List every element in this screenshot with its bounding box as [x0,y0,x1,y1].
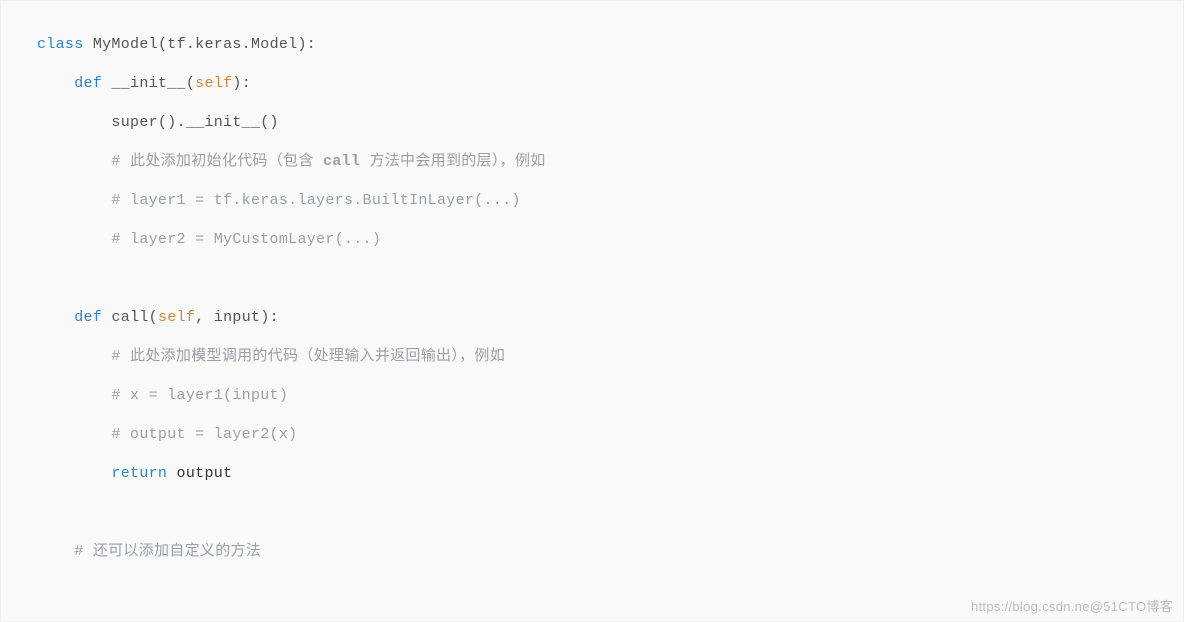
code-line-5: # layer1 = tf.keras.layers.BuiltInLayer(… [37,181,1171,220]
comma: , [195,309,214,326]
paren-close-colon: ): [298,36,317,53]
code-line-4: # 此处添加初始化代码（包含 call 方法中会用到的层），例如 [37,142,1171,181]
code-line-14: # 还可以添加自定义的方法 [37,532,1171,571]
paren-open: ( [186,75,195,92]
comment-custom-methods: # 还可以添加自定义的方法 [74,543,261,560]
self-param: self [158,309,195,326]
blank-line-1 [37,259,1171,298]
code-line-2: def __init__(self): [37,64,1171,103]
code-line-8: def call(self, input): [37,298,1171,337]
paren-close-colon: ): [260,309,279,326]
self-param: self [195,75,232,92]
code-line-3: super().__init__() [37,103,1171,142]
comment-init-desc: # 此处添加初始化代码（包含 call 方法中会用到的层），例如 [111,153,545,170]
return-value: output [177,465,233,482]
super-call: super().__init__() [111,114,278,131]
code-block: class MyModel(tf.keras.Model): def __ini… [1,1,1183,595]
comment-layer2: # layer2 = MyCustomLayer(...) [111,231,381,248]
input-param: input [214,309,261,326]
code-line-11: # output = layer2(x) [37,415,1171,454]
paren-open: ( [149,309,158,326]
watermark-text: https://blog.csdn.ne@51CTO博客 [971,596,1173,615]
comment-layer1: # layer1 = tf.keras.layers.BuiltInLayer(… [111,192,520,209]
paren-open: ( [158,36,167,53]
code-line-10: # x = layer1(input) [37,376,1171,415]
keyword-def: def [74,309,102,326]
code-line-9: # 此处添加模型调用的代码（处理输入并返回输出），例如 [37,337,1171,376]
function-name-init: __init__ [111,75,185,92]
space [167,465,176,482]
paren-close-colon: ): [232,75,251,92]
blank-line-2 [37,493,1171,532]
code-line-6: # layer2 = MyCustomLayer(...) [37,220,1171,259]
base-class: tf.keras.Model [167,36,297,53]
keyword-return: return [111,465,167,482]
code-line-12: return output [37,454,1171,493]
comment-output: # output = layer2(x) [111,426,297,443]
keyword-class: class [37,36,84,53]
comment-call-desc: # 此处添加模型调用的代码（处理输入并返回输出），例如 [111,348,505,365]
function-name-call: call [111,309,148,326]
code-line-1: class MyModel(tf.keras.Model): [37,25,1171,64]
class-name: MyModel [93,36,158,53]
keyword-def: def [74,75,102,92]
comment-x: # x = layer1(input) [111,387,288,404]
